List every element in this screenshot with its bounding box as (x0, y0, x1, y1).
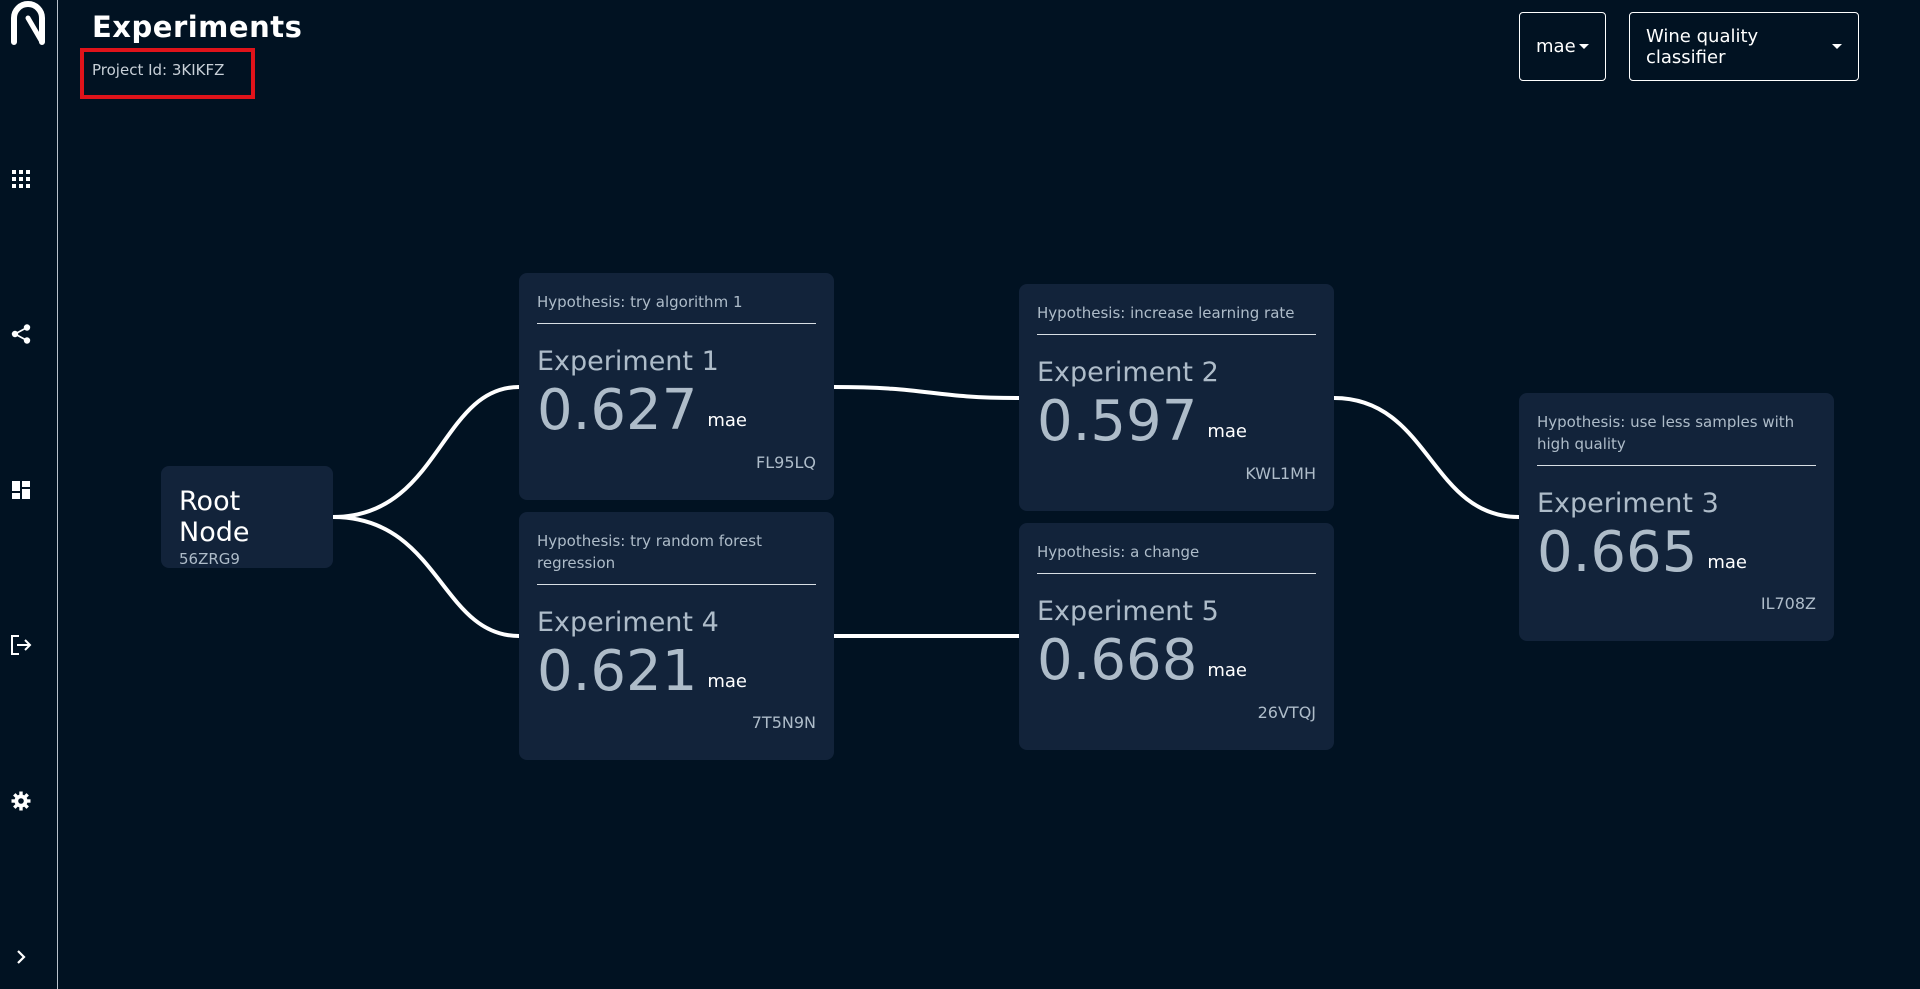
experiment-hypothesis: Hypothesis: try algorithm 1 (537, 291, 816, 324)
experiment-metric-unit: mae (1707, 552, 1747, 573)
experiment-hypothesis: Hypothesis: try random forest regression (537, 530, 816, 585)
experiment-card-3[interactable]: Hypothesis: use less samples with high q… (1519, 393, 1834, 641)
experiment-metric-value: 0.597 (1037, 389, 1198, 454)
experiment-hypothesis: Hypothesis: use less samples with high q… (1537, 411, 1816, 466)
experiment-hypothesis: Hypothesis: increase learning rate (1037, 302, 1316, 335)
experiment-id: 26VTQJ (1257, 703, 1316, 722)
root-node-name: Root Node (179, 486, 250, 548)
experiment-card-1[interactable]: Hypothesis: try algorithm 1 Experiment 1… (519, 273, 834, 500)
experiment-metric-unit: mae (1207, 660, 1247, 681)
experiment-name: Experiment 5 (1037, 596, 1219, 627)
experiment-card-2[interactable]: Hypothesis: increase learning rate Exper… (1019, 284, 1334, 511)
experiment-id: KWL1MH (1245, 464, 1316, 483)
experiment-id: IL708Z (1760, 594, 1816, 613)
edge-root-exp4 (332, 515, 520, 638)
experiment-name: Experiment 4 (537, 607, 719, 638)
experiment-name: Experiment 3 (1537, 488, 1719, 519)
experiment-name: Experiment 1 (537, 346, 719, 377)
experiment-metric-value: 0.665 (1537, 520, 1698, 585)
experiment-metric-value: 0.627 (537, 378, 698, 443)
edge-exp2-exp3 (1333, 396, 1520, 519)
experiment-metric-unit: mae (1207, 421, 1247, 442)
experiment-metric-unit: mae (707, 410, 747, 431)
experiment-metric-unit: mae (707, 671, 747, 692)
experiment-card-5[interactable]: Hypothesis: a change Experiment 5 0.668 … (1019, 523, 1334, 750)
experiment-metric-value: 0.668 (1037, 628, 1198, 693)
experiment-card-4[interactable]: Hypothesis: try random forest regression… (519, 512, 834, 760)
edge-root-exp1 (332, 385, 520, 519)
root-node[interactable]: Root Node 56ZRG9 (161, 466, 333, 568)
experiment-hypothesis: Hypothesis: a change (1037, 541, 1316, 574)
experiment-metric-value: 0.621 (537, 639, 698, 704)
experiment-id: FL95LQ (756, 453, 816, 472)
root-node-id: 56ZRG9 (179, 550, 240, 568)
edge-exp1-exp2 (833, 385, 1020, 400)
experiment-name: Experiment 2 (1037, 357, 1219, 388)
experiment-id: 7T5N9N (751, 713, 816, 732)
